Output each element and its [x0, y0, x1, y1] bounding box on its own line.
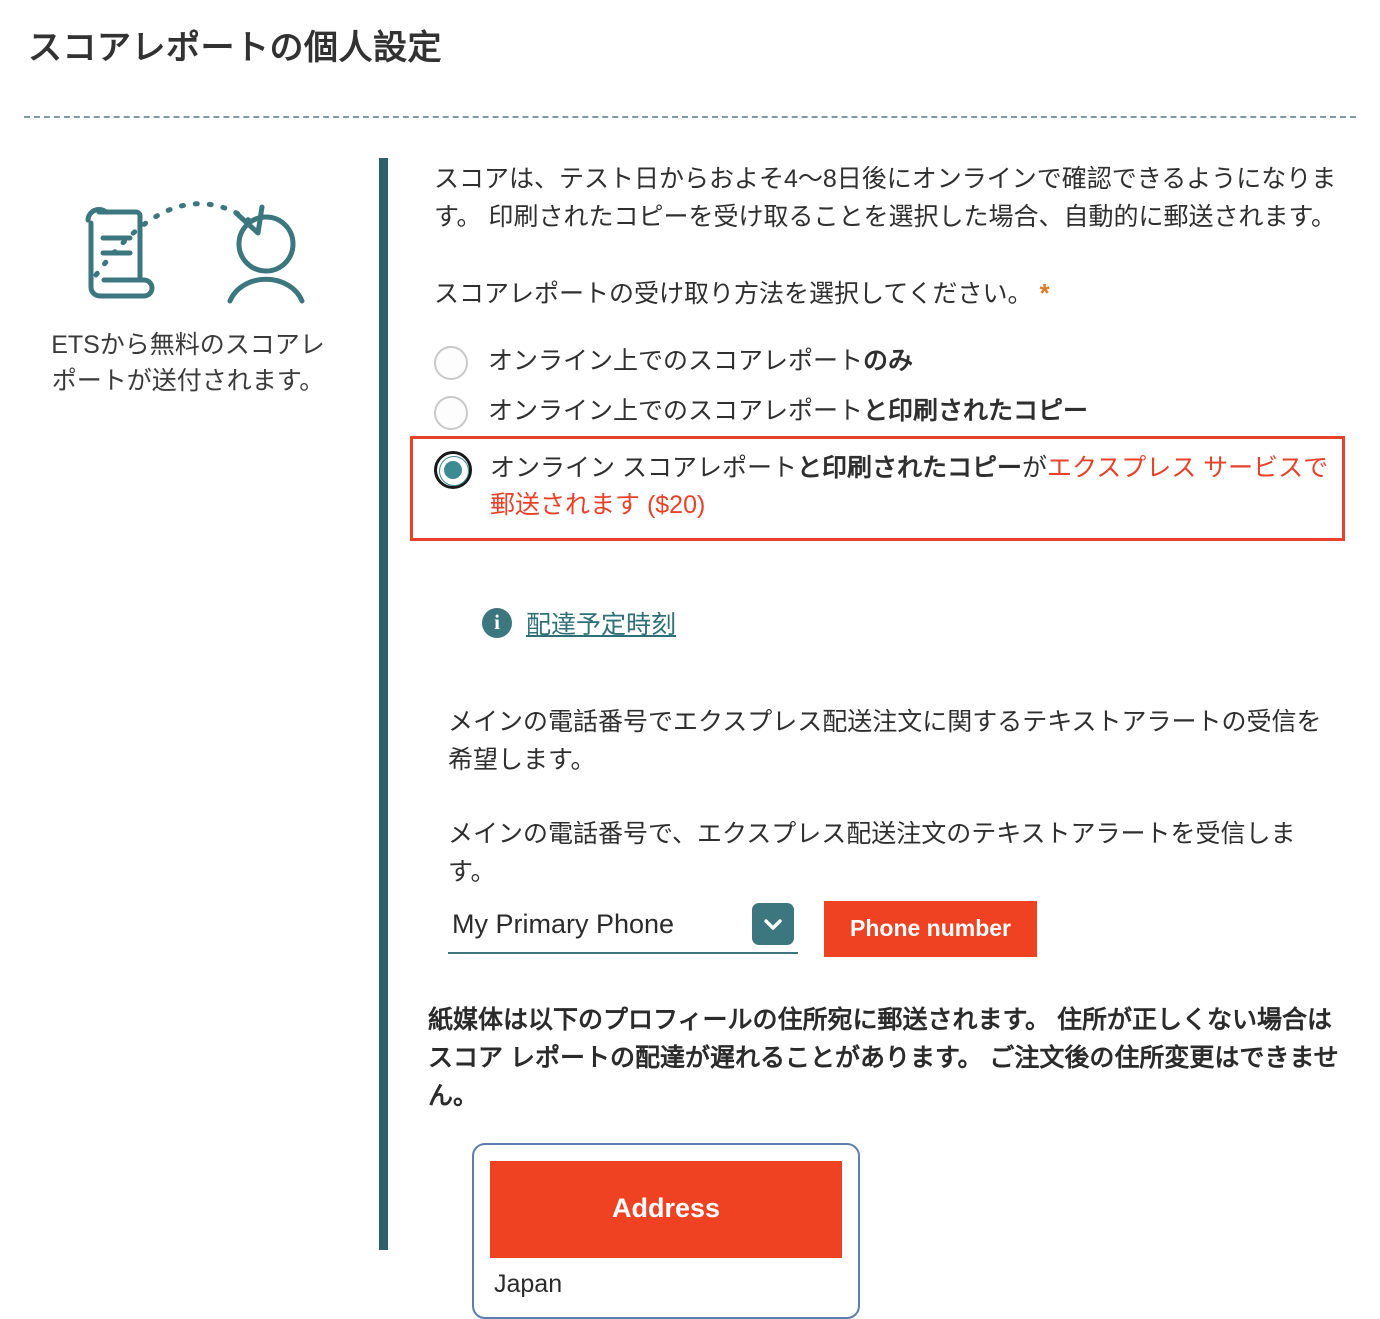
- phone-select[interactable]: My Primary Phone: [448, 903, 798, 955]
- radio-mark-online-printed-express[interactable]: [434, 450, 472, 489]
- left-info-panel: ETSから無料のスコアレポートが送付されます。: [28, 155, 348, 400]
- scroll-to-person-icon: [85, 201, 305, 304]
- intro-paragraph: スコアは、テスト日からおよそ4〜8日後にオンラインで確認できるようになります。 …: [434, 165, 1337, 231]
- sms-paragraph-2: メインの電話番号で、エクスプレス配送注文のテキストアラートを受信します。: [448, 819, 1296, 886]
- delivery-time-info-row[interactable]: i 配達予定時刻: [482, 605, 1346, 641]
- radio-option-online-printed-express[interactable]: オンライン スコアレポートと印刷されたコピーがエクスプレス サービスで郵送されま…: [410, 435, 1345, 541]
- selection-prompt-text: スコアレポートの受け取り方法を選択してください。: [434, 280, 1033, 308]
- radio-label-online-and-printed: オンライン上でのスコアレポートと印刷されたコピー: [488, 393, 1088, 431]
- phone-selection-row: My Primary Phone Phone number: [448, 900, 1346, 957]
- main-content: スコアは、テスト日からおよそ4〜8日後にオンラインで確認できるようになります。 …: [410, 160, 1346, 1319]
- radio-label-plain-1: オンライン上でのスコアレポート: [488, 397, 864, 426]
- radio-label-plain-0: オンライン上でのスコアレポート: [488, 346, 864, 375]
- page-title: スコアレポートの個人設定: [28, 29, 442, 67]
- address-card[interactable]: Address Japan: [472, 1142, 860, 1319]
- radio-mark-online-only[interactable]: [434, 345, 468, 380]
- sms-paragraph-1: メインの電話番号でエクスプレス配送注文に関するテキストアラートの受信を希望します…: [448, 707, 1322, 774]
- radio-label-online-printed-express: オンライン スコアレポートと印刷されたコピーがエクスプレス サービスで郵送されま…: [490, 450, 1342, 525]
- address-country: Japan: [494, 1269, 563, 1298]
- phone-select-value: My Primary Phone: [452, 908, 675, 939]
- section-vertical-rule: [379, 158, 388, 1250]
- title-divider: [24, 116, 1356, 118]
- left-panel-caption: ETSから無料のスコアレポートが送付されます。: [51, 331, 325, 396]
- radio-label-bold-2: と印刷されたコピー: [796, 453, 1022, 482]
- radio-label-bold-1: と印刷されたコピー: [863, 397, 1089, 426]
- radio-mark-online-and-printed[interactable]: [434, 396, 468, 431]
- required-asterisk: *: [1039, 278, 1050, 308]
- mailing-address-notice: 紙媒体は以下のプロフィールの住所宛に郵送されます。 住所が正しくない場合はスコア…: [428, 1005, 1339, 1110]
- radio-label-plain-2: オンライン スコアレポート: [490, 453, 797, 482]
- chevron-down-icon[interactable]: [752, 903, 794, 946]
- phone-number-button[interactable]: Phone number: [824, 900, 1038, 957]
- selection-prompt: スコアレポートの受け取り方法を選択してください。 *: [434, 274, 1346, 314]
- address-banner[interactable]: Address: [490, 1160, 842, 1258]
- delivery-method-radio-group: オンライン上でのスコアレポートのみ オンライン上でのスコアレポートと印刷されたコ…: [410, 340, 1346, 541]
- radio-option-online-only[interactable]: オンライン上でのスコアレポートのみ: [434, 340, 1346, 384]
- radio-label-after-2: が: [1021, 453, 1047, 482]
- info-icon: i: [482, 607, 512, 638]
- radio-option-online-and-printed[interactable]: オンライン上でのスコアレポートと印刷されたコピー: [434, 390, 1346, 434]
- chevron-down-glyph: [764, 919, 782, 930]
- radio-label-bold-0: のみ: [863, 346, 914, 375]
- sms-alert-block: メインの電話番号でエクスプレス配送注文に関するテキストアラートの受信を希望します…: [448, 703, 1328, 891]
- radio-label-online-only: オンライン上でのスコアレポートのみ: [488, 343, 913, 381]
- delivery-time-link[interactable]: 配達予定時刻: [526, 605, 676, 641]
